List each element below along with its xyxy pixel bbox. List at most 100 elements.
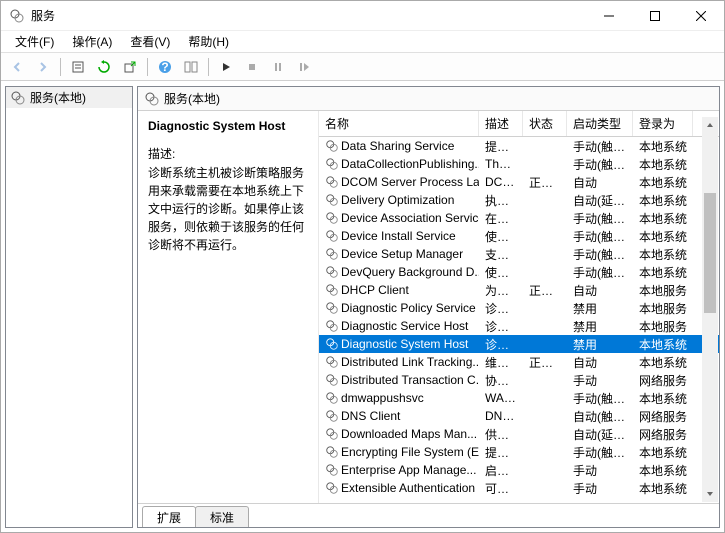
table-row[interactable]: DataCollectionPublishing...The ...手动(触发.… [319,155,719,173]
scroll-track[interactable] [702,133,718,486]
tree-root-label: 服务(本地) [30,89,86,106]
cell-state [523,145,567,147]
table-row[interactable]: Data Sharing Service提供...手动(触发...本地系统 [319,137,719,155]
table-row[interactable]: Device Setup Manager支持...手动(触发...本地系统 [319,245,719,263]
cell-name: DevQuery Background D... [319,264,479,280]
service-name: Data Sharing Service [341,139,454,153]
right-header: 服务(本地) [138,87,719,111]
separator [60,58,61,76]
refresh-button[interactable] [92,55,116,79]
table-row[interactable]: Delivery Optimization执行...自动(延迟...本地系统 [319,191,719,209]
cell-start: 手动(触发... [567,443,633,462]
table-row[interactable]: Diagnostic Policy Service诊断...禁用本地服务 [319,299,719,317]
main-body: 服务(本地) 服务(本地) Diagnostic System Host 描述:… [1,81,724,532]
cell-name: Data Sharing Service [319,138,479,154]
cell-logon: 本地系统 [633,479,693,498]
cell-start: 手动 [567,371,633,390]
cell-desc: 使计... [479,227,523,246]
cell-name: DNS Client [319,408,479,424]
table-row[interactable]: Distributed Transaction C...协调...手动网络服务 [319,371,719,389]
cell-state [523,487,567,489]
column-start[interactable]: 启动类型 [567,111,633,136]
start-service-button[interactable] [214,55,238,79]
service-name: Distributed Link Tracking... [341,355,479,369]
table-row[interactable]: dmwappushsvcWAP...手动(触发...本地系统 [319,389,719,407]
table-row[interactable]: Diagnostic Service Host诊断...禁用本地服务 [319,317,719,335]
table-row[interactable]: Device Install Service使计...手动(触发...本地系统 [319,227,719,245]
scroll-up-button[interactable] [702,117,718,133]
cell-name: DHCP Client [319,282,479,298]
export-button[interactable] [118,55,142,79]
gear-icon [325,319,339,333]
cell-start: 手动(触发... [567,227,633,246]
column-state[interactable]: 状态 [523,111,567,136]
cell-logon: 本地系统 [633,461,693,480]
tab-standard[interactable]: 标准 [195,506,249,528]
gear-icon [325,355,339,369]
table-row[interactable]: Distributed Link Tracking...维护...正在...自动… [319,353,719,371]
gear-icon [325,463,339,477]
close-button[interactable] [678,1,724,31]
table-row[interactable]: DNS ClientDNS...自动(触发...网络服务 [319,407,719,425]
scroll-down-button[interactable] [702,486,718,502]
gear-icon [325,139,339,153]
menu-action[interactable]: 操作(A) [64,31,120,52]
table-row[interactable]: Extensible Authentication可扩...手动本地系统 [319,479,719,497]
scroll-thumb[interactable] [704,193,716,313]
tree-root-item[interactable]: 服务(本地) [6,87,132,108]
cell-logon: 本地系统 [633,137,693,156]
service-name: Encrypting File System (E... [341,445,479,459]
cell-logon: 网络服务 [633,407,693,426]
gear-icon [325,445,339,459]
column-desc[interactable]: 描述 [479,111,523,136]
cell-desc: 诊断... [479,299,523,318]
service-name: DevQuery Background D... [341,265,479,279]
cell-state [523,163,567,165]
back-button[interactable] [5,55,29,79]
vertical-scrollbar[interactable] [702,117,718,502]
menu-view[interactable]: 查看(V) [122,31,178,52]
table-row[interactable]: Enterprise App Manage...启用...手动本地系统 [319,461,719,479]
cell-state [523,235,567,237]
minimize-button[interactable] [586,1,632,31]
stop-service-button[interactable] [240,55,264,79]
column-name[interactable]: 名称 [319,111,479,136]
cell-start: 自动 [567,353,633,372]
cell-start: 手动(触发... [567,209,633,228]
cell-desc: 诊断... [479,317,523,336]
cell-start: 手动 [567,461,633,480]
detail-pane: Diagnostic System Host 描述: 诊断系统主机被诊断策略服务… [138,111,318,503]
table-row[interactable]: Device Association Service在系...手动(触发...本… [319,209,719,227]
table-row[interactable]: Downloaded Maps Man...供应...自动(延迟...网络服务 [319,425,719,443]
table-row[interactable]: DHCP Client为此...正在...自动本地服务 [319,281,719,299]
pause-service-button[interactable] [266,55,290,79]
tree-pane[interactable]: 服务(本地) [5,86,133,528]
table-row[interactable]: DevQuery Background D...使应...手动(触发...本地系… [319,263,719,281]
column-logon[interactable]: 登录为 [633,111,693,136]
table-row[interactable]: DCOM Server Process La...DCO...正在...自动本地… [319,173,719,191]
cell-desc: DCO... [479,174,523,190]
list-body[interactable]: Data Sharing Service提供...手动(触发...本地系统Dat… [319,137,719,503]
gear-icon [325,409,339,423]
cell-state [523,415,567,417]
cell-state [523,343,567,345]
cell-logon: 网络服务 [633,425,693,444]
cell-logon: 本地系统 [633,191,693,210]
show-hide-button[interactable] [179,55,203,79]
forward-button[interactable] [31,55,55,79]
titlebar: 服务 [1,1,724,31]
separator [147,58,148,76]
table-row[interactable]: Encrypting File System (E...提供...手动(触发..… [319,443,719,461]
menu-help[interactable]: 帮助(H) [180,31,237,52]
cell-start: 自动(延迟... [567,191,633,210]
properties-button[interactable] [66,55,90,79]
restart-service-button[interactable] [292,55,316,79]
help-button[interactable]: ? [153,55,177,79]
cell-start: 手动(触发... [567,263,633,282]
cell-logon: 本地系统 [633,263,693,282]
cell-name: Enterprise App Manage... [319,462,479,478]
tab-extended[interactable]: 扩展 [142,506,196,528]
menu-file[interactable]: 文件(F) [7,31,62,52]
table-row[interactable]: Diagnostic System Host诊断...禁用本地系统 [319,335,719,353]
maximize-button[interactable] [632,1,678,31]
